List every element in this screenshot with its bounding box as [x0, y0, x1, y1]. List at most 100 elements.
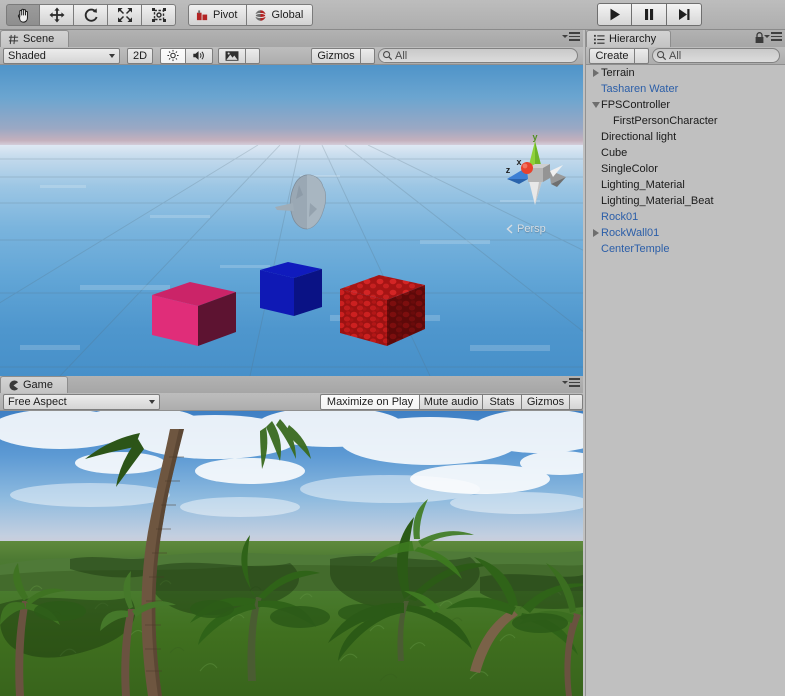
hierarchy-panel: Hierarchy Create All Terrain Tasharen Wa…	[585, 30, 785, 696]
game-gizmos-label: Gizmos	[526, 395, 565, 408]
scene-view-axis-gizmo[interactable]: y x z	[495, 133, 575, 213]
hierarchy-item[interactable]: Terrain	[586, 65, 785, 81]
tab-scene-label: Scene	[23, 33, 55, 45]
foldout-spacer	[590, 164, 601, 175]
blue-cube-object[interactable]	[258, 258, 324, 320]
hierarchy-item[interactable]: Directional light	[586, 129, 785, 145]
move-tool-button[interactable]	[40, 4, 74, 26]
rect-transform-icon	[151, 8, 166, 22]
hierarchy-item-label: Lighting_Material	[601, 179, 685, 191]
scene-audio-toggle[interactable]	[186, 47, 213, 64]
hierarchy-item-label: RockWall01	[601, 227, 660, 239]
tab-hierarchy[interactable]: Hierarchy	[586, 30, 672, 47]
hierarchy-create-dropdown[interactable]	[635, 47, 649, 64]
scene-lighting-toggle[interactable]	[160, 47, 186, 64]
foldout-spacer	[590, 212, 601, 223]
scene-draw-mode-dropdown[interactable]: Shaded	[3, 47, 120, 64]
scene-gizmos-dropdown[interactable]	[361, 47, 375, 64]
hierarchy-item-label: Terrain	[601, 67, 635, 79]
chevron-left-icon	[506, 224, 513, 234]
tab-game[interactable]: Game	[0, 376, 68, 393]
foldout-collapsed-icon[interactable]	[590, 228, 601, 239]
game-aspect-dropdown[interactable]: Free Aspect	[3, 393, 160, 410]
hierarchy-item[interactable]: RockWall01	[586, 225, 785, 241]
hierarchy-item[interactable]: Lighting_Material	[586, 177, 785, 193]
hierarchy-create-label: Create	[595, 49, 629, 62]
stats-button[interactable]: Stats	[483, 393, 522, 410]
hamburger-icon	[569, 378, 580, 387]
move-arrows-icon	[49, 7, 64, 23]
mute-audio-label: Mute audio	[423, 395, 479, 408]
scene-panel-menu[interactable]	[562, 32, 580, 41]
pink-cube-geometry	[152, 282, 236, 346]
scale-icon	[117, 8, 132, 22]
scene-2d-toggle[interactable]: 2D	[127, 47, 153, 64]
game-view-viewport[interactable]	[0, 411, 583, 696]
hierarchy-item[interactable]: FPSController	[586, 97, 785, 113]
pivot-toggle-button[interactable]: Pivot	[188, 4, 248, 26]
tab-hierarchy-label: Hierarchy	[609, 33, 657, 45]
play-button[interactable]	[597, 3, 632, 26]
chevron-down-icon	[109, 53, 115, 58]
hierarchy-item[interactable]: Cube	[586, 145, 785, 161]
hierarchy-item[interactable]: Rock01	[586, 209, 785, 225]
chevron-down-icon	[562, 34, 568, 38]
hierarchy-item[interactable]: CenterTemple	[586, 241, 785, 257]
scene-effects-dropdown[interactable]	[246, 47, 260, 64]
scale-tool-button[interactable]	[108, 4, 142, 26]
hierarchy-item[interactable]: Lighting_Material_Beat	[586, 193, 785, 209]
hierarchy-item-label: FirstPersonCharacter	[613, 115, 718, 127]
hierarchy-list-icon	[594, 34, 605, 44]
play-icon	[610, 8, 620, 21]
game-aspect-label: Free Aspect	[8, 395, 67, 408]
hierarchy-panel-menu[interactable]	[764, 32, 782, 41]
game-gizmos-dropdown[interactable]	[570, 393, 583, 410]
red-rock-cube-object[interactable]	[337, 267, 427, 349]
foldout-spacer	[590, 196, 601, 207]
hierarchy-item-label: Cube	[601, 147, 628, 159]
rect-tool-button[interactable]	[142, 4, 176, 26]
scene-gizmos-button[interactable]: Gizmos	[311, 47, 361, 64]
hierarchy-item[interactable]: SingleColor	[586, 161, 785, 177]
image-icon	[225, 50, 239, 61]
chevron-down-icon	[562, 380, 568, 384]
global-toggle-button[interactable]: Global	[247, 4, 314, 26]
red-rock-cube-geometry	[340, 275, 425, 346]
rotate-tool-button[interactable]	[74, 4, 108, 26]
foldout-expanded-icon[interactable]	[590, 100, 601, 111]
projection-text: Persp	[517, 223, 546, 235]
pink-cube-object[interactable]	[150, 270, 238, 348]
tab-game-label: Game	[23, 379, 53, 391]
hierarchy-item-label: Directional light	[601, 131, 677, 143]
scene-projection-label[interactable]: Persp	[505, 223, 546, 235]
transform-tools-group	[6, 4, 176, 26]
hierarchy-create-button[interactable]: Create	[589, 47, 635, 64]
rock-formation-object[interactable]	[272, 173, 350, 235]
search-icon	[383, 51, 393, 61]
foldout-spacer	[590, 180, 601, 191]
hierarchy-item[interactable]: Tasharen Water	[586, 81, 785, 97]
foldout-collapsed-icon[interactable]	[590, 68, 601, 79]
tab-scene[interactable]: Scene	[0, 30, 70, 47]
search-icon	[657, 51, 667, 61]
scene-effects-toggle[interactable]	[218, 47, 246, 64]
hierarchy-item-label: CenterTemple	[601, 243, 670, 255]
foldout-spacer	[590, 116, 601, 127]
pause-button[interactable]	[632, 3, 667, 26]
maximize-on-play-button[interactable]: Maximize on Play	[320, 393, 420, 410]
hand-tool-button[interactable]	[6, 4, 40, 26]
stats-label: Stats	[489, 395, 515, 408]
game-toolbar: Free Aspect Maximize on Play Mute audio …	[0, 393, 583, 411]
scene-search-input[interactable]: All	[378, 48, 578, 63]
game-panel-menu[interactable]	[562, 378, 580, 387]
scene-gizmos-label: Gizmos	[317, 49, 355, 62]
game-pacman-icon	[9, 380, 19, 390]
hierarchy-item[interactable]: FirstPersonCharacter	[586, 113, 785, 129]
game-gizmos-button[interactable]: Gizmos	[522, 393, 570, 410]
hierarchy-search-input[interactable]: All	[652, 48, 780, 63]
mute-audio-button[interactable]: Mute audio	[420, 393, 483, 410]
handle-mode-group: Pivot Global	[188, 4, 314, 26]
hierarchy-tabstrip: Hierarchy	[586, 30, 785, 47]
scene-view-viewport[interactable]: y x z Persp	[0, 65, 583, 376]
step-button[interactable]	[667, 3, 702, 26]
